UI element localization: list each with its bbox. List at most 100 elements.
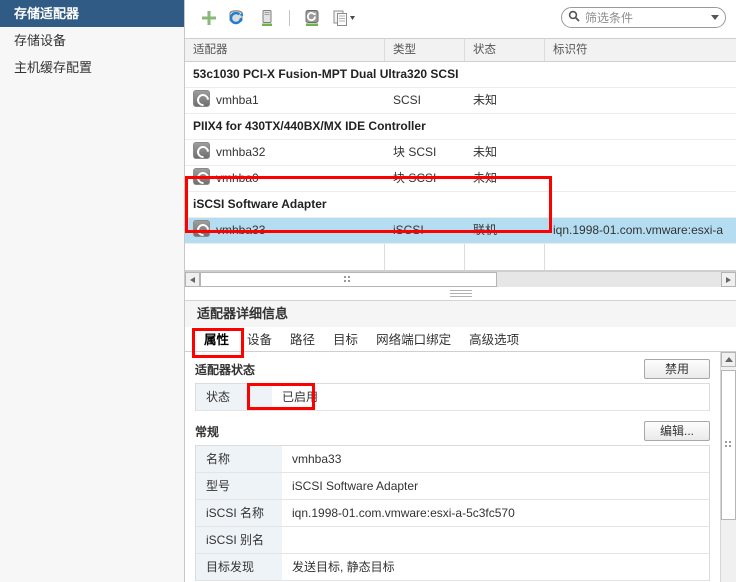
tab-network-port-binding[interactable]: 网络端口绑定 (367, 329, 460, 351)
sidebar-item-storage-adapters[interactable]: 存储适配器 (0, 0, 184, 27)
cell-identifier (545, 88, 735, 113)
rescan-storage-icon[interactable] (228, 8, 248, 28)
property-value: 已启用 (282, 390, 319, 404)
general-label: 常规 (195, 424, 220, 439)
sidebar-item-label: 存储适配器 (14, 6, 80, 21)
property-value: 发送目标, 静态目标 (292, 560, 395, 574)
property-value: vmhba33 (292, 452, 342, 466)
sidebar-item-storage-devices[interactable]: 存储设备 (0, 27, 184, 54)
table-empty-space (185, 244, 736, 270)
adapter-icon (193, 220, 210, 237)
disable-button[interactable]: 禁用 (644, 359, 710, 379)
tab-properties[interactable]: 属性 (195, 329, 238, 351)
adapter-icon (193, 168, 210, 185)
content-pane: 筛选条件 适配器 类型 状态 标识符 53c1030 PCI-X Fusion-… (185, 0, 736, 582)
chevron-down-icon[interactable] (711, 15, 719, 20)
property-key: 名称 (196, 446, 282, 472)
adapter-name: vmhba0 (216, 171, 259, 185)
scrollbar-thumb[interactable] (721, 370, 736, 520)
cell-status: 未知 (473, 145, 498, 159)
rescan-adapter-icon[interactable] (257, 8, 277, 28)
cell-adapter: vmhba0 (185, 166, 385, 191)
cell-type: iSCSI (393, 223, 424, 237)
group-label: PIIX4 for 430TX/440BX/MX IDE Controller (193, 119, 426, 133)
cell-type: 块 SCSI (393, 145, 437, 159)
column-header-status[interactable]: 状态 (465, 39, 545, 61)
sidebar-item-label: 主机缓存配置 (14, 60, 93, 75)
sidebar: 存储适配器 存储设备 主机缓存配置 (0, 0, 185, 582)
scrollbar-track[interactable] (200, 272, 721, 287)
storage-adapters-screen: 存储适配器 存储设备 主机缓存配置 筛选条件 适配器 类型 状态 标识符 53c… (0, 0, 736, 582)
property-key: 型号 (196, 473, 282, 499)
table-group-header: 53c1030 PCI-X Fusion-MPT Dual Ultra320 S… (185, 62, 736, 88)
filter-input[interactable]: 筛选条件 (561, 7, 726, 28)
sidebar-item-label: 存储设备 (14, 33, 67, 48)
column-header-adapter[interactable]: 适配器 (185, 39, 385, 61)
cell-status: 未知 (473, 171, 498, 185)
property-row: 状态 已启用 (196, 384, 709, 411)
search-icon (568, 10, 580, 25)
table-row[interactable]: vmhba1 SCSI 未知 (185, 88, 736, 114)
tab-advanced-options[interactable]: 高级选项 (460, 329, 528, 351)
adapter-details-panel: 适配器详细信息 属性 设备 路径 目标 网络端口绑定 高级选项 适配器状态 禁用 (185, 300, 736, 582)
property-row: iSCSI 别名 (196, 527, 709, 554)
cell-adapter: vmhba1 (185, 88, 385, 113)
cell-identifier (545, 166, 735, 191)
sidebar-item-host-cache-config[interactable]: 主机缓存配置 (0, 54, 184, 81)
column-header-type[interactable]: 类型 (385, 39, 465, 61)
panel-splitter[interactable] (185, 287, 736, 300)
property-value: iqn.1998-01.com.vmware:esxi-a-5c3fc570 (292, 506, 515, 520)
group-label: 53c1030 PCI-X Fusion-MPT Dual Ultra320 S… (193, 67, 459, 81)
edit-button[interactable]: 编辑... (644, 421, 710, 441)
details-content: 适配器状态 禁用 状态 已启用 常规 编辑... 名称 vmhba33 型号 i… (185, 352, 720, 582)
details-title: 适配器详细信息 (185, 301, 736, 327)
scroll-up-button[interactable] (721, 352, 736, 367)
adapter-status-label: 适配器状态 (195, 362, 256, 377)
property-value (282, 527, 709, 553)
adapter-name: vmhba1 (216, 93, 259, 107)
add-software-adapter-icon[interactable] (199, 8, 219, 28)
table-header-row: 适配器 类型 状态 标识符 (185, 39, 736, 62)
adapters-table: 适配器 类型 状态 标识符 53c1030 PCI-X Fusion-MPT D… (185, 38, 736, 271)
adapter-icon (193, 142, 210, 159)
general-section-header: 常规 编辑... (195, 420, 710, 442)
triangle-up-icon (724, 357, 733, 362)
tab-targets[interactable]: 目标 (324, 329, 367, 351)
tab-paths[interactable]: 路径 (281, 329, 324, 351)
scroll-right-button[interactable] (721, 272, 736, 287)
property-key: 目标发现 (196, 554, 282, 580)
grip-icon (724, 441, 733, 449)
cell-identifier (545, 140, 735, 165)
cell-adapter: vmhba33 (185, 218, 385, 243)
triangle-left-icon (190, 276, 195, 283)
filter-placeholder: 筛选条件 (585, 11, 634, 25)
property-row: 名称 vmhba33 (196, 446, 709, 473)
table-row[interactable]: vmhba32 块 SCSI 未知 (185, 140, 736, 166)
adapters-toolbar: 筛选条件 (185, 0, 736, 38)
adapter-name: vmhba32 (216, 145, 266, 159)
scrollbar-thumb[interactable] (200, 272, 497, 287)
cell-type: SCSI (393, 93, 422, 107)
property-row: iSCSI 名称 iqn.1998-01.com.vmware:esxi-a-5… (196, 500, 709, 527)
scroll-left-button[interactable] (185, 272, 200, 287)
group-label: iSCSI Software Adapter (193, 197, 327, 211)
table-horizontal-scrollbar[interactable] (185, 271, 736, 287)
table-row-selected[interactable]: vmhba33 iSCSI 联机 iqn.1998-01.com.vmware:… (185, 218, 736, 244)
property-row: 型号 iSCSI Software Adapter (196, 473, 709, 500)
adapter-icon (193, 90, 210, 107)
property-key: iSCSI 名称 (196, 500, 282, 526)
details-body: 适配器状态 禁用 状态 已启用 常规 编辑... 名称 vmhba33 型号 i… (185, 352, 736, 582)
cell-type: 块 SCSI (393, 171, 437, 185)
table-row[interactable]: vmhba0 块 SCSI 未知 (185, 166, 736, 192)
adapter-name: vmhba33 (216, 223, 266, 237)
refresh-adapter-icon[interactable] (302, 8, 322, 28)
toolbar-icon-group (199, 8, 359, 28)
column-header-identifier[interactable]: 标识符 (545, 39, 735, 61)
table-group-header: iSCSI Software Adapter (185, 192, 736, 218)
tab-devices[interactable]: 设备 (238, 329, 281, 351)
adapter-status-section-header: 适配器状态 禁用 (195, 358, 710, 380)
copy-actions-icon[interactable] (331, 8, 359, 28)
details-tabs: 属性 设备 路径 目标 网络端口绑定 高级选项 (185, 327, 736, 352)
cell-identifier: iqn.1998-01.com.vmware:esxi-a (553, 223, 724, 237)
details-vertical-scrollbar[interactable] (720, 352, 736, 582)
